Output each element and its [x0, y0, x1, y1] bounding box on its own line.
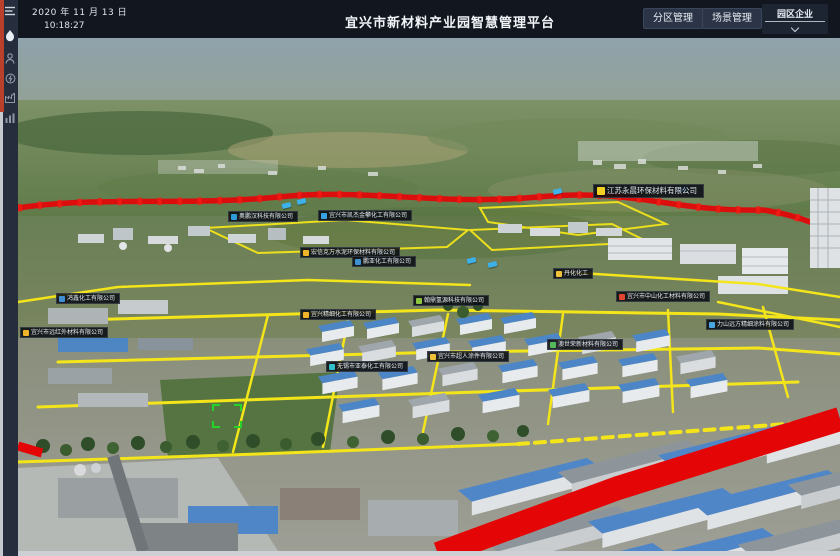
power-icon[interactable] [4, 72, 16, 84]
factory-icon[interactable] [4, 92, 16, 104]
company-label-layer: 奥鹏汉科技有限公司 宜兴市凯杰金攀化工有限公司宏信克万水泥环保材料有限公司鹏亚化工… [18, 38, 840, 551]
company-marker-icon [597, 187, 605, 195]
company-label[interactable]: 无锡市亚泰化工有限公司 [326, 361, 408, 372]
bracket-corner [212, 421, 220, 428]
dropdown-divider [765, 21, 825, 22]
left-toolbar [0, 0, 18, 556]
company-label[interactable]: 鹏亚化工有限公司 [352, 256, 416, 267]
bracket-corner [234, 421, 242, 428]
company-label-text: 宜兴市超人涂件有限公司 [438, 354, 504, 360]
zone-management-button[interactable]: 分区管理 [643, 8, 703, 29]
company-marker-icon [303, 312, 309, 318]
company-label[interactable]: 力山远方精细涂料有限公司 [706, 319, 794, 330]
company-label-text: 力山远方精细涂料有限公司 [717, 322, 789, 328]
company-marker-icon [556, 271, 562, 277]
company-label[interactable]: 宜兴精细化工有限公司 [300, 309, 376, 320]
company-label-text: 无锡市亚泰化工有限公司 [337, 364, 403, 370]
flame-icon[interactable] [4, 30, 16, 42]
vehicle-marker[interactable] [553, 188, 563, 195]
vehicle-marker[interactable] [297, 198, 307, 205]
company-label-text: 鹏亚化工有限公司 [363, 259, 411, 265]
company-label[interactable]: 翰鼎氢源科技有限公司 [413, 295, 489, 306]
company-marker-icon [709, 322, 715, 328]
company-marker-icon [231, 214, 237, 220]
menu-icon[interactable] [4, 5, 16, 17]
company-label-text: 宜兴精细化工有限公司 [311, 312, 371, 318]
company-label[interactable]: 宜兴市中山化工材料有限公司 [616, 291, 710, 302]
company-label-text: 翰鼎氢源科技有限公司 [424, 298, 484, 304]
chevron-down-icon [791, 24, 799, 32]
window-bottom-edge [0, 551, 840, 556]
company-label[interactable]: 鸿鑫化工有限公司 [56, 293, 120, 304]
current-time: 10:18:27 [44, 21, 84, 31]
company-label-text: 奥鹏汉科技有限公司 [239, 214, 293, 220]
user-icon[interactable] [4, 52, 16, 64]
scene-management-button[interactable]: 场景管理 [702, 8, 762, 29]
company-label-text: 丹化化工 [564, 271, 588, 277]
page-title: 宜兴市新材料产业园智慧管理平台 [345, 12, 555, 31]
company-label[interactable]: 江苏永晨环保材料有限公司 [593, 184, 704, 198]
smart-park-platform-window: 2020 年 11 月 13 日 10:18:27 宜兴市新材料产业园智慧管理平… [0, 0, 840, 556]
company-marker-icon [430, 354, 436, 360]
company-label[interactable]: 澳世荣新材料有限公司 [547, 339, 623, 350]
vehicle-marker[interactable] [282, 202, 292, 209]
bar-chart-icon[interactable] [4, 112, 16, 124]
company-label-text: 鸿鑫化工有限公司 [67, 296, 115, 302]
company-label-text: 宜兴市中山化工材料有限公司 [627, 294, 705, 300]
map-3d-view[interactable]: 奥鹏汉科技有限公司 宜兴市凯杰金攀化工有限公司宏信克万水泥环保材料有限公司鹏亚化工… [18, 38, 840, 551]
vehicle-marker[interactable] [467, 257, 477, 264]
company-label-text: 澳世荣新材料有限公司 [558, 342, 618, 348]
bracket-corner [212, 404, 220, 411]
bracket-corner [234, 404, 242, 411]
top-header-bar: 2020 年 11 月 13 日 10:18:27 宜兴市新材料产业园智慧管理平… [18, 0, 840, 38]
company-marker-icon [321, 213, 327, 219]
company-label[interactable]: 丹化化工 [553, 268, 593, 279]
company-label-text: 江苏永晨环保材料有限公司 [607, 187, 697, 195]
park-enterprise-dropdown[interactable]: 园区企业 [762, 4, 828, 34]
vehicle-marker[interactable] [488, 261, 498, 268]
toolbar-scroll-strip [0, 112, 3, 556]
company-marker-icon [59, 296, 65, 302]
company-marker-icon [329, 364, 335, 370]
company-marker-icon [355, 259, 361, 265]
company-label[interactable]: 宜兴市凯杰金攀化工有限公司 [318, 210, 412, 221]
current-date: 2020 年 11 月 13 日 [32, 5, 127, 18]
company-marker-icon [550, 342, 556, 348]
company-label-text: 宏信克万水泥环保材料有限公司 [311, 250, 395, 256]
selection-bracket [212, 404, 242, 428]
company-label-text: 宜兴市远红外材料有限公司 [31, 330, 103, 336]
company-marker-icon [619, 294, 625, 300]
company-label[interactable]: 奥鹏汉科技有限公司 [228, 211, 298, 222]
company-label[interactable]: 宜兴市远红外材料有限公司 [20, 327, 108, 338]
dropdown-label: 园区企业 [762, 4, 828, 20]
company-label[interactable]: 宜兴市超人涂件有限公司 [427, 351, 509, 362]
company-marker-icon [416, 298, 422, 304]
company-marker-icon [23, 330, 29, 336]
company-label-text: 宜兴市凯杰金攀化工有限公司 [329, 213, 407, 219]
company-marker-icon [303, 250, 309, 256]
